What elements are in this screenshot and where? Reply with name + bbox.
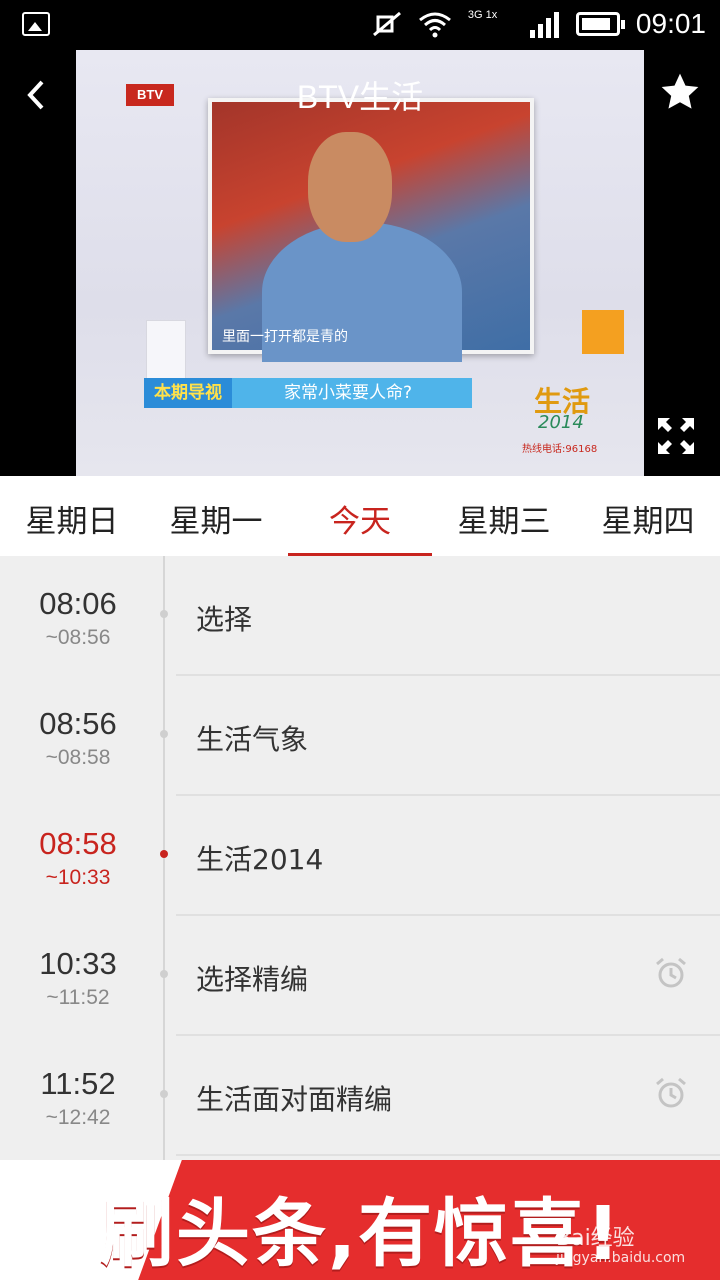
chevron-left-icon bbox=[27, 80, 44, 110]
program-banner: 本期导视 家常小菜要人命? bbox=[144, 378, 472, 408]
tab-thursday[interactable]: 星期四 bbox=[576, 476, 720, 556]
start-time: 11:52 bbox=[40, 1066, 116, 1101]
program-name: 生活面对面精编 bbox=[196, 1083, 393, 1116]
alarm-clock-icon[interactable] bbox=[654, 1076, 688, 1110]
star-icon bbox=[661, 73, 699, 109]
schedule-row-live[interactable]: 08:58 ~10:33 生活2014 bbox=[0, 796, 720, 916]
hotline-text: 热线电话:96168 bbox=[522, 444, 598, 455]
banner-text: 家常小菜要人命? bbox=[284, 383, 413, 403]
video-decoration bbox=[146, 320, 186, 380]
program-name: 生活气象 bbox=[196, 723, 309, 756]
tab-sunday[interactable]: 星期日 bbox=[0, 476, 144, 556]
clock: 09:01 bbox=[635, 8, 706, 39]
timeline-dot bbox=[160, 730, 168, 738]
wifi-icon bbox=[418, 12, 451, 38]
fullscreen-button[interactable] bbox=[656, 416, 696, 456]
banner-tag: 本期导视 bbox=[144, 378, 232, 408]
timeline-dot-live bbox=[160, 850, 168, 858]
channel-title: BTV生活 bbox=[296, 79, 424, 115]
tab-monday[interactable]: 星期一 bbox=[144, 476, 288, 556]
expand-icon bbox=[658, 418, 694, 454]
schedule-row[interactable]: 10:33 ~11:52 选择精编 bbox=[0, 916, 720, 1036]
program-name: 选择 bbox=[196, 603, 253, 636]
divider bbox=[176, 1154, 720, 1156]
schedule-row[interactable]: 08:56 ~08:58 生活气象 bbox=[0, 676, 720, 796]
program-name: 生活2014 bbox=[196, 843, 324, 876]
video-decoration bbox=[582, 310, 624, 354]
watermark-url: jingyan.baidu.com bbox=[556, 1250, 686, 1266]
program-brand-year: 2014 bbox=[538, 412, 584, 433]
ad-banner[interactable]: 刷头条,有惊喜! Bai经验 jingyan.baidu.com bbox=[0, 1160, 720, 1280]
timeline-dot bbox=[160, 1090, 168, 1098]
end-time: ~08:58 bbox=[45, 746, 111, 769]
video-player[interactable]: BTV 里面一打开都是青的 本期导视 家常小菜要人命? 生活 2014 热线电话… bbox=[0, 50, 720, 476]
end-time: ~12:42 bbox=[45, 1106, 111, 1129]
schedule-row[interactable]: 11:52 ~12:42 生活面对面精编 bbox=[0, 1036, 720, 1156]
timeline-dot bbox=[160, 610, 168, 618]
status-icons: 3G 1x 09:01 bbox=[372, 8, 706, 40]
favorite-button[interactable] bbox=[656, 70, 704, 118]
signal-icon bbox=[529, 12, 559, 38]
back-button[interactable] bbox=[22, 78, 52, 112]
tab-today[interactable]: 今天 bbox=[288, 476, 432, 556]
end-time: ~08:56 bbox=[45, 626, 111, 649]
end-time: ~11:52 bbox=[46, 986, 110, 1009]
timeline-dot bbox=[160, 970, 168, 978]
channel-logo: BTV bbox=[126, 84, 174, 106]
video-inset-frame: 里面一打开都是青的 bbox=[208, 98, 534, 362]
start-time: 08:56 bbox=[39, 706, 117, 741]
end-time: ~10:33 bbox=[45, 866, 111, 889]
battery-icon bbox=[575, 12, 625, 36]
gallery-notification-icon bbox=[22, 12, 50, 36]
schedule-row[interactable]: 08:06 ~08:56 选择 bbox=[0, 556, 720, 676]
vibrate-off-icon bbox=[372, 11, 401, 37]
tab-wednesday[interactable]: 星期三 bbox=[432, 476, 576, 556]
program-schedule[interactable]: 08:06 ~08:56 选择 08:56 ~08:58 生活气象 08:58 … bbox=[0, 556, 720, 1160]
alarm-clock-icon[interactable] bbox=[654, 956, 688, 990]
start-time: 08:58 bbox=[39, 826, 117, 861]
ad-text: 刷头条,有惊喜! bbox=[100, 1191, 622, 1277]
network-type-indicator: 3G 1x bbox=[467, 9, 498, 21]
status-bar: 3G 1x 09:01 bbox=[0, 0, 720, 50]
person-face bbox=[308, 132, 392, 242]
video-subtitle: 里面一打开都是青的 bbox=[222, 329, 348, 345]
start-time: 08:06 bbox=[39, 586, 117, 621]
start-time: 10:33 bbox=[39, 946, 117, 981]
day-tabs: 星期日 星期一 今天 星期三 星期四 bbox=[0, 476, 720, 556]
program-name: 选择精编 bbox=[196, 963, 309, 996]
watermark: Bai经验 bbox=[556, 1226, 635, 1251]
